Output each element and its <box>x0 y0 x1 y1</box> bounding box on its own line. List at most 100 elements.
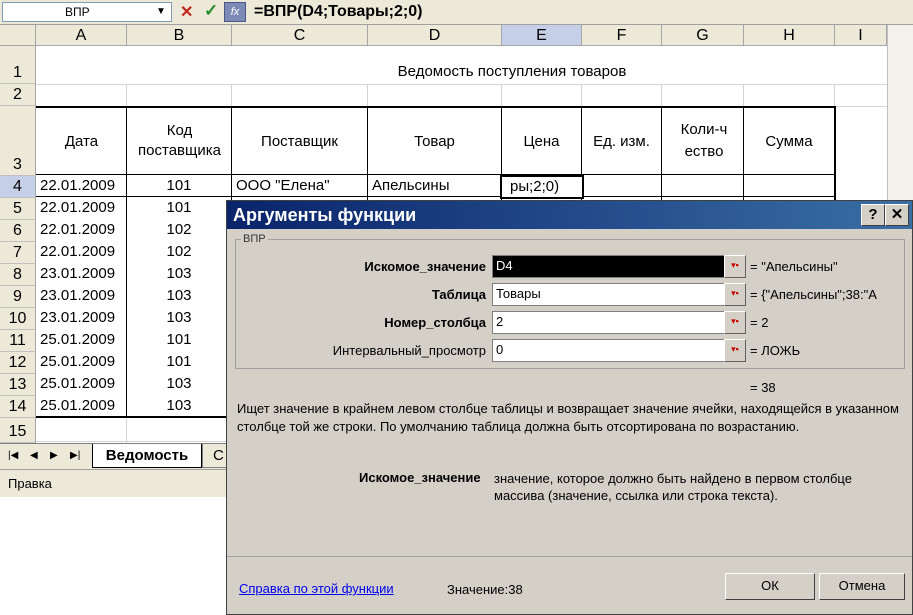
cell-code[interactable]: 101 <box>127 199 231 216</box>
table-border <box>36 174 835 175</box>
row-header-10[interactable]: 10 <box>0 308 36 330</box>
function-help-link[interactable]: Справка по этой функции <box>239 581 394 596</box>
arg-help-text: значение, которое должно быть найдено в … <box>494 471 852 503</box>
table-border <box>36 196 835 197</box>
header-cell-price[interactable]: Цена <box>502 108 581 174</box>
help-button[interactable]: ? <box>861 204 885 226</box>
column-header-e[interactable]: E <box>502 25 582 46</box>
cell-code[interactable]: 103 <box>127 397 231 414</box>
column-header-b[interactable]: B <box>127 25 232 46</box>
close-button[interactable]: ✕ <box>885 204 909 226</box>
divider <box>227 556 912 557</box>
column-header-d[interactable]: D <box>368 25 502 46</box>
dialog-title[interactable]: Аргументы функции <box>227 201 912 229</box>
column-header-h[interactable]: H <box>744 25 835 46</box>
column-header-c[interactable]: C <box>232 25 368 46</box>
row-header-11[interactable]: 11 <box>0 330 36 352</box>
cell-code[interactable]: 103 <box>127 287 231 304</box>
collapse-dialog-icon[interactable]: ▾▪ <box>724 255 746 278</box>
cell-date[interactable]: 23.01.2009 <box>40 309 115 326</box>
header-cell-product[interactable]: Товар <box>368 108 501 174</box>
cell-code[interactable]: 102 <box>127 221 231 238</box>
row-header-8[interactable]: 8 <box>0 264 36 286</box>
range-lookup-input[interactable]: 0 <box>492 339 729 362</box>
next-sheet-icon[interactable]: ▶ <box>50 450 58 461</box>
tab-vedomost[interactable]: Ведомость <box>92 444 202 468</box>
gridline <box>36 84 887 85</box>
row-header-12[interactable]: 12 <box>0 352 36 374</box>
cell-code[interactable]: 101 <box>127 177 231 194</box>
row-header-7[interactable]: 7 <box>0 242 36 264</box>
arg-help-label: Искомое_значение <box>359 470 481 485</box>
cell-supplier[interactable]: ООО "Елена" <box>236 177 330 194</box>
column-header-g[interactable]: G <box>662 25 744 46</box>
table-border <box>661 106 662 201</box>
active-cell-editor[interactable]: ры;2;0) <box>500 175 584 199</box>
header-cell-date[interactable]: Дата <box>37 108 126 174</box>
cell-date[interactable]: 22.01.2009 <box>40 243 115 260</box>
cancel-button[interactable]: Отмена <box>819 573 905 600</box>
ok-button[interactable]: ОК <box>725 573 815 600</box>
header-cell-sum[interactable]: Сумма <box>744 108 834 174</box>
row-header-1[interactable]: 1 <box>0 46 36 84</box>
sheet-title[interactable]: Ведомость поступления товаров <box>232 63 792 80</box>
row-header-3[interactable]: 3 <box>0 106 36 176</box>
last-sheet-icon[interactable]: ▶| <box>70 450 80 461</box>
insert-function-button[interactable]: fx <box>224 2 246 22</box>
prev-sheet-icon[interactable]: ◀ <box>30 450 38 461</box>
header-cell-supplier[interactable]: Поставщик <box>232 108 367 174</box>
row-header-14[interactable]: 14 <box>0 396 36 418</box>
col-index-input[interactable]: 2 <box>492 311 729 334</box>
cell-date[interactable]: 25.01.2009 <box>40 331 115 348</box>
first-sheet-icon[interactable]: |◀ <box>8 450 18 461</box>
row-header-9[interactable]: 9 <box>0 286 36 308</box>
cell-code[interactable]: 101 <box>127 331 231 348</box>
column-header-a[interactable]: A <box>36 25 127 46</box>
cell-date[interactable]: 23.01.2009 <box>40 287 115 304</box>
row-header-2[interactable]: 2 <box>0 84 36 106</box>
column-header-i[interactable]: I <box>835 25 887 46</box>
row-header-4[interactable]: 4 <box>0 176 36 198</box>
row-header-5[interactable]: 5 <box>0 198 36 220</box>
select-all-corner[interactable] <box>0 25 36 46</box>
cell-code[interactable]: 103 <box>127 265 231 282</box>
sheet-tab-bar: |◀ ◀ ▶ ▶| Ведомость С <box>0 443 232 469</box>
cell-code[interactable]: 102 <box>127 243 231 260</box>
formula-input[interactable]: =ВПР(D4;Товары;2;0) <box>254 2 422 22</box>
collapse-dialog-icon[interactable]: ▾▪ <box>724 311 746 334</box>
header-cell-unit[interactable]: Ед. изм. <box>582 108 661 174</box>
row-header-6[interactable]: 6 <box>0 220 36 242</box>
cell-date[interactable]: 22.01.2009 <box>40 199 115 216</box>
cancel-icon[interactable]: ✕ <box>180 2 193 22</box>
header-cell-supplier-code[interactable]: Код поставщика <box>132 108 227 174</box>
row-header-13[interactable]: 13 <box>0 374 36 396</box>
collapse-dialog-icon[interactable]: ▾▪ <box>724 283 746 306</box>
function-description: Ищет значение в крайнем левом столбце та… <box>237 401 899 434</box>
vertical-scrollbar[interactable] <box>887 25 913 205</box>
name-box[interactable]: ВПР <box>2 2 172 22</box>
cell-code[interactable]: 103 <box>127 375 231 392</box>
cell-date[interactable]: 25.01.2009 <box>40 397 115 414</box>
column-header-f[interactable]: F <box>582 25 662 46</box>
cell-date[interactable]: 25.01.2009 <box>40 353 115 370</box>
chevron-down-icon[interactable]: ▼ <box>156 6 166 17</box>
collapse-dialog-icon[interactable]: ▾▪ <box>724 339 746 362</box>
arg-result: = {"Апельсины";38:"А <box>750 287 877 302</box>
cell-code[interactable]: 103 <box>127 309 231 326</box>
formula-bar: ВПР ▼ ✕ ✓ fx =ВПР(D4;Товары;2;0) <box>0 0 913 25</box>
header-cell-quantity[interactable]: Коли-чество <box>680 108 728 174</box>
cell-date[interactable]: 25.01.2009 <box>40 375 115 392</box>
cell-date[interactable]: 22.01.2009 <box>40 221 115 238</box>
formula-result: = 38 <box>750 380 776 395</box>
cell-product[interactable]: Апельсины <box>372 177 449 194</box>
group-label: ВПР <box>241 233 268 245</box>
table-input[interactable]: Товары <box>492 283 729 306</box>
check-icon[interactable]: ✓ <box>204 1 218 21</box>
cell-code[interactable]: 101 <box>127 353 231 370</box>
function-arguments-dialog: Аргументы функции ? ✕ ВПР Искомое_значен… <box>226 200 913 615</box>
cell-date[interactable]: 22.01.2009 <box>40 177 115 194</box>
lookup-value-input[interactable]: D4 <box>492 255 729 278</box>
active-cell-text: ры;2;0) <box>510 178 560 195</box>
row-header-15[interactable]: 15 <box>0 418 36 443</box>
cell-date[interactable]: 23.01.2009 <box>40 265 115 282</box>
